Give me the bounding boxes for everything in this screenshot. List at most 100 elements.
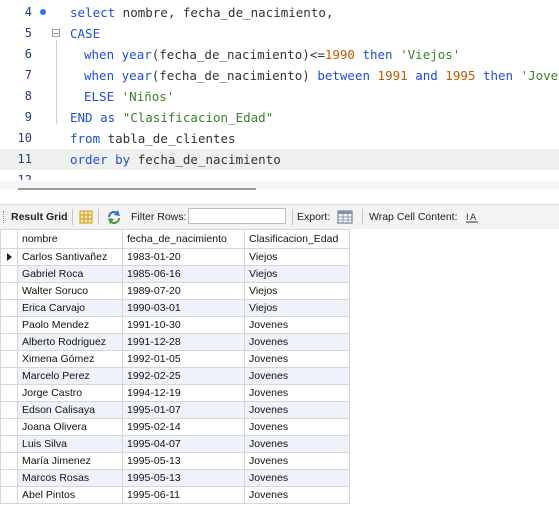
row-header[interactable]: [0, 435, 18, 453]
table-row[interactable]: Marcos Rosas 1995-05-13 Jovenes: [0, 469, 350, 487]
table-cell[interactable]: 1983-01-20: [122, 248, 245, 266]
row-header[interactable]: [0, 248, 18, 266]
table-cell[interactable]: 1995-04-07: [122, 435, 245, 453]
table-cell[interactable]: Jovenes: [244, 418, 350, 436]
table-cell[interactable]: Joana Olivera: [17, 418, 123, 436]
column-header-nombre[interactable]: nombre: [17, 229, 123, 249]
table-cell[interactable]: 1991-10-30: [122, 316, 245, 334]
table-row[interactable]: Ximena Gómez 1992-01-05 Jovenes: [0, 350, 350, 368]
editor-line[interactable]: 6 when year(fecha_de_nacimiento)<=1990 th…: [0, 44, 559, 65]
table-cell[interactable]: Jovenes: [244, 401, 350, 419]
table-cell[interactable]: 1990-03-01: [122, 299, 245, 317]
row-header[interactable]: [0, 384, 18, 402]
editor-line[interactable]: 10 from tabla_de_clientes: [0, 128, 559, 149]
table-cell[interactable]: Jovenes: [244, 333, 350, 351]
table-row[interactable]: Erica Carvajo 1990-03-01 Viejos: [0, 299, 350, 317]
table-cell[interactable]: 1995-05-13: [122, 452, 245, 470]
column-header-fecha-de-nacimiento[interactable]: fecha_de_nacimiento: [122, 229, 245, 249]
table-row[interactable]: Edson Calisaya 1995-01-07 Jovenes: [0, 401, 350, 419]
wrap-cell-icon[interactable]: I A: [465, 210, 479, 224]
table-cell[interactable]: Marcelo Perez: [17, 367, 123, 385]
row-header[interactable]: [0, 350, 18, 368]
table-cell[interactable]: 1995-01-07: [122, 401, 245, 419]
table-cell[interactable]: Viejos: [244, 282, 350, 300]
row-header[interactable]: [0, 469, 18, 487]
row-header[interactable]: [0, 316, 18, 334]
sql-editor[interactable]: 4 select nombre, fecha_de_nacimiento, 5 CAS…: [0, 0, 559, 180]
table-cell[interactable]: Jorge Castro: [17, 384, 123, 402]
table-cell[interactable]: 1985-06-16: [122, 265, 245, 283]
table-cell[interactable]: Paolo Mendez: [17, 316, 123, 334]
table-cell[interactable]: Jovenes: [244, 316, 350, 334]
table-cell[interactable]: 1994-12-19: [122, 384, 245, 402]
table-cell[interactable]: Viejos: [244, 299, 350, 317]
table-cell[interactable]: 1995-02-14: [122, 418, 245, 436]
grid-view-icon[interactable]: [79, 210, 93, 224]
table-row[interactable]: Luis Silva 1995-04-07 Jovenes: [0, 435, 350, 453]
table-cell[interactable]: Abel Pintos: [17, 486, 123, 504]
row-header[interactable]: [0, 333, 18, 351]
table-cell[interactable]: Jovenes: [244, 452, 350, 470]
table-cell[interactable]: Jovenes: [244, 469, 350, 487]
filter-rows-input[interactable]: [188, 208, 286, 224]
table-cell[interactable]: Viejos: [244, 265, 350, 283]
table-cell[interactable]: Marcos Rosas: [17, 469, 123, 487]
table-cell[interactable]: Alberto Rodriguez: [17, 333, 123, 351]
row-header[interactable]: [0, 367, 18, 385]
code-token: CASE: [70, 26, 101, 41]
table-cell[interactable]: 1991-12-28: [122, 333, 245, 351]
row-header[interactable]: [0, 418, 18, 436]
result-grid: nombre fecha_de_nacimiento Clasificacion…: [0, 229, 559, 508]
table-cell[interactable]: Walter Soruco: [17, 282, 123, 300]
table-cell[interactable]: 1989-07-20: [122, 282, 245, 300]
editor-line[interactable]: 12: [0, 170, 559, 180]
code-token: END as: [70, 110, 116, 125]
table-row[interactable]: Marcelo Perez 1992-02-25 Jovenes: [0, 367, 350, 385]
editor-line[interactable]: 9 END as "Clasificacion_Edad": [0, 107, 559, 128]
row-header[interactable]: [0, 486, 18, 504]
editor-line[interactable]: 8 ELSE 'Niños': [0, 86, 559, 107]
table-row[interactable]: Joana Olivera 1995-02-14 Jovenes: [0, 418, 350, 436]
table-cell[interactable]: Edson Calisaya: [17, 401, 123, 419]
table-cell[interactable]: Viejos: [244, 248, 350, 266]
table-cell[interactable]: Jovenes: [244, 367, 350, 385]
row-header[interactable]: [0, 401, 18, 419]
table-row[interactable]: Abel Pintos 1995-06-11 Jovenes: [0, 486, 350, 504]
table-cell[interactable]: Erica Carvajo: [17, 299, 123, 317]
table-cell[interactable]: 1992-02-25: [122, 367, 245, 385]
fold-toggle-icon[interactable]: [52, 29, 60, 37]
editor-line[interactable]: 5 CASE: [0, 23, 559, 44]
wrap-cell-content-label: Wrap Cell Content:: [369, 211, 458, 223]
table-cell[interactable]: 1992-01-05: [122, 350, 245, 368]
table-cell[interactable]: Jovenes: [244, 350, 350, 368]
table-row[interactable]: Paolo Mendez 1991-10-30 Jovenes: [0, 316, 350, 334]
table-row[interactable]: Walter Soruco 1989-07-20 Viejos: [0, 282, 350, 300]
editor-scrollbar-thumb[interactable]: [18, 188, 256, 190]
export-icon[interactable]: [337, 209, 355, 225]
row-header[interactable]: [0, 265, 18, 283]
table-cell[interactable]: Jovenes: [244, 435, 350, 453]
table-cell[interactable]: Gabriel Roca: [17, 265, 123, 283]
row-header[interactable]: [0, 282, 18, 300]
table-cell[interactable]: Luis Silva: [17, 435, 123, 453]
table-row[interactable]: María Jimenez 1995-05-13 Jovenes: [0, 452, 350, 470]
table-row[interactable]: Gabriel Roca 1985-06-16 Viejos: [0, 265, 350, 283]
table-cell[interactable]: 1995-05-13: [122, 469, 245, 487]
table-cell[interactable]: María Jimenez: [17, 452, 123, 470]
row-header[interactable]: [0, 452, 18, 470]
table-cell[interactable]: Ximena Gómez: [17, 350, 123, 368]
result-grid-tab[interactable]: Result Grid: [11, 205, 68, 229]
table-row[interactable]: Alberto Rodriguez 1991-12-28 Jovenes: [0, 333, 350, 351]
table-cell[interactable]: Jovenes: [244, 486, 350, 504]
table-cell[interactable]: 1995-06-11: [122, 486, 245, 504]
table-row[interactable]: Carlos Santivañez 1983-01-20 Viejos: [0, 248, 350, 266]
column-header-clasificacion-edad[interactable]: Clasificacion_Edad: [244, 229, 350, 249]
row-header[interactable]: [0, 299, 18, 317]
table-cell[interactable]: Jovenes: [244, 384, 350, 402]
refresh-icon[interactable]: [106, 209, 122, 225]
editor-line[interactable]: 4 select nombre, fecha_de_nacimiento,: [0, 2, 559, 23]
table-row[interactable]: Jorge Castro 1994-12-19 Jovenes: [0, 384, 350, 402]
table-cell[interactable]: Carlos Santivañez: [17, 248, 123, 266]
editor-line[interactable]: 11 order by fecha_de_nacimiento: [0, 149, 559, 170]
editor-line[interactable]: 7 when year(fecha_de_nacimiento) between …: [0, 65, 559, 86]
